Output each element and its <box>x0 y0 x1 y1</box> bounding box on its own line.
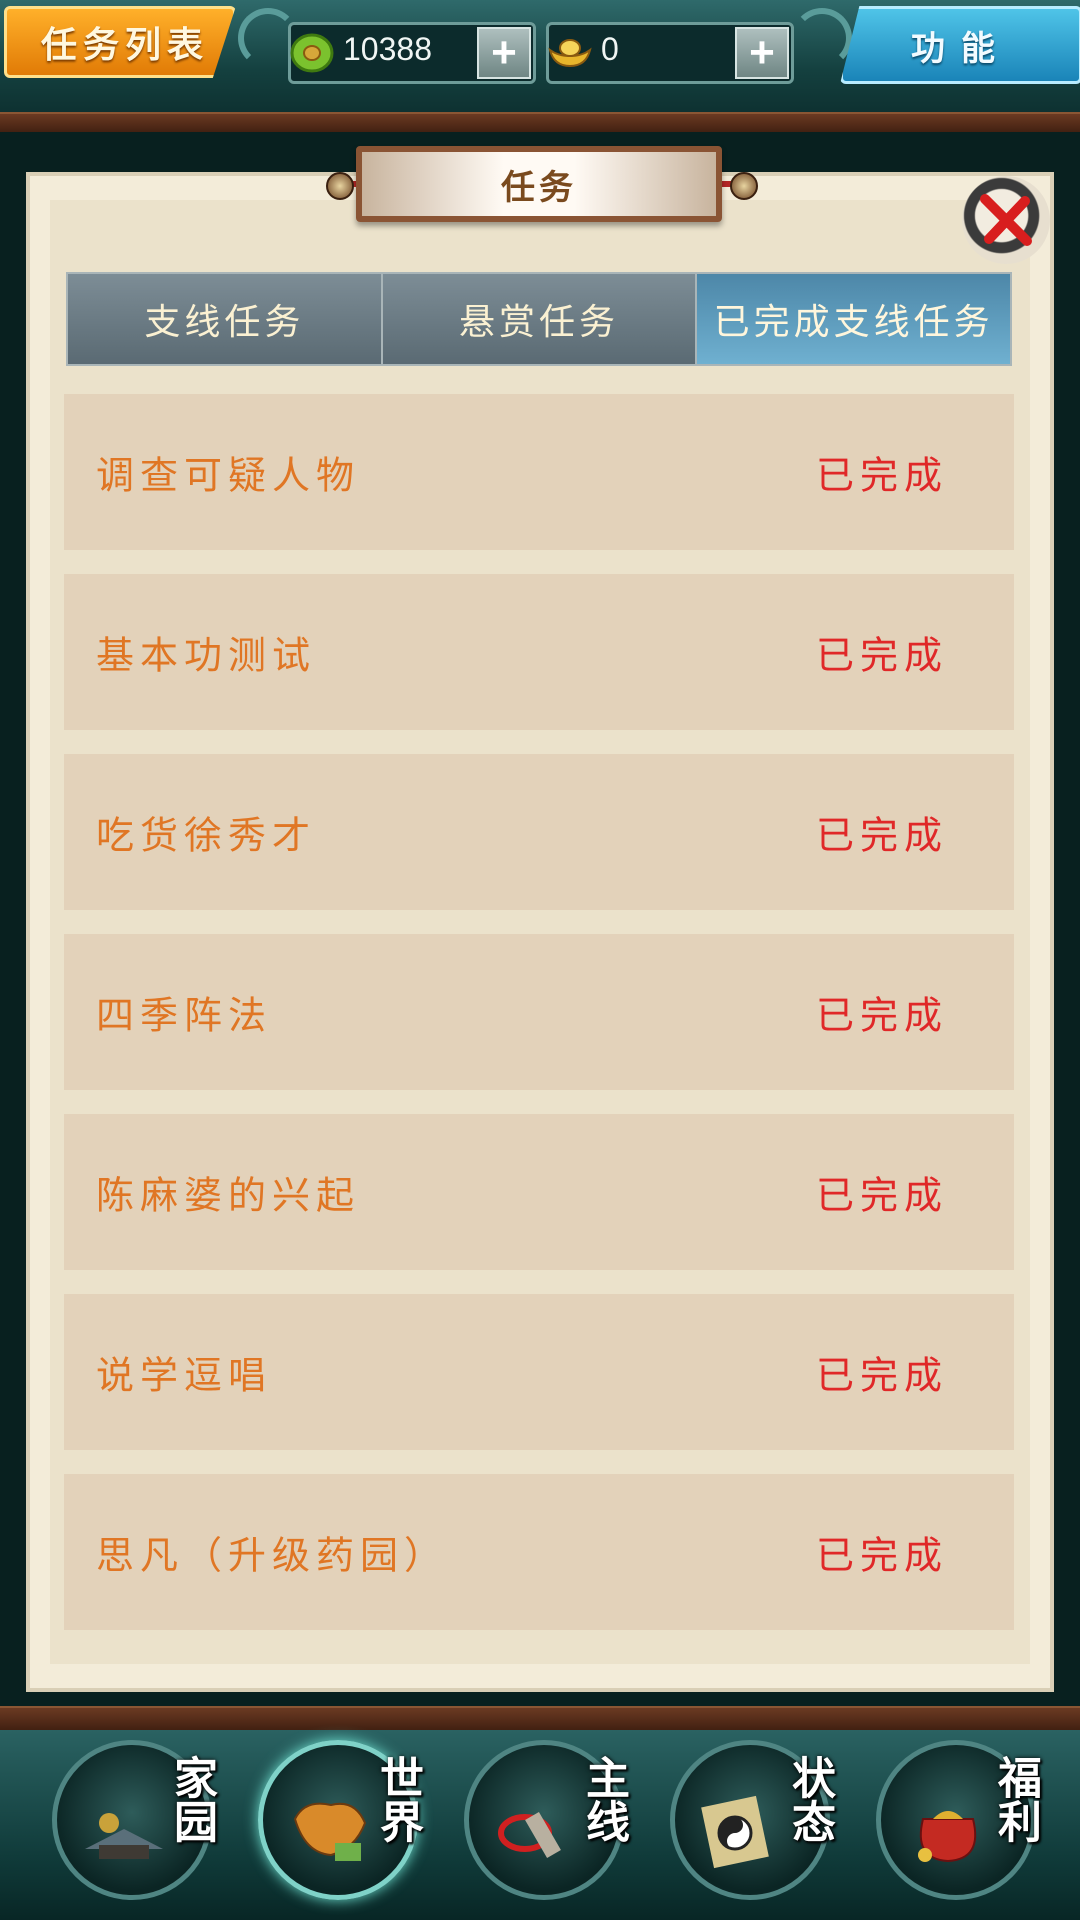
close-icon <box>980 194 1032 246</box>
task-status: 已完成 <box>815 1353 948 1398</box>
tab-completed-side-quests[interactable]: 已完成支线任务 <box>697 274 1011 364</box>
tab-side-quests[interactable]: 支线任务 <box>68 274 383 364</box>
main-quest-icon <box>498 1811 561 1859</box>
home-garden-icon <box>85 1813 163 1859</box>
task-name: 调查可疑人物 <box>96 453 361 498</box>
task-name: 基本功测试 <box>96 633 317 678</box>
task-tabs: 支线任务 悬赏任务 已完成支线任务 <box>66 272 1012 366</box>
task-status: 已完成 <box>815 633 948 678</box>
scroll-knob-right <box>730 172 758 200</box>
scroll-knob-left <box>326 172 354 200</box>
gold-ingot-icon <box>543 27 597 77</box>
task-name: 四季阵法 <box>96 993 273 1038</box>
nav-welfare-label: 福利 <box>990 1755 1041 1843</box>
nav-home-label: 家园 <box>166 1755 217 1843</box>
task-status: 已完成 <box>815 1533 948 1578</box>
tab-bounty-quests[interactable]: 悬赏任务 <box>382 274 698 364</box>
jade-currency: 10388 + <box>288 22 536 84</box>
status-bagua-icon <box>701 1795 769 1869</box>
panel-title: 任务 <box>356 146 722 222</box>
nav-world-label: 世界 <box>372 1755 423 1843</box>
nav-home[interactable]: 家园 <box>52 1740 217 1900</box>
world-map-icon <box>293 1802 367 1861</box>
jade-value: 10388 <box>343 31 432 67</box>
task-row[interactable]: 吃货徐秀才 已完成 <box>64 754 1014 910</box>
task-row[interactable]: 调查可疑人物 已完成 <box>64 394 1014 550</box>
nav-status[interactable]: 状态 <box>670 1740 835 1900</box>
gold-value: 0 <box>601 31 619 67</box>
task-row[interactable]: 基本功测试 已完成 <box>64 574 1014 730</box>
add-jade-button[interactable]: + <box>477 27 531 79</box>
task-list-button[interactable]: 任务列表 <box>4 6 236 78</box>
close-button[interactable] <box>962 176 1050 264</box>
task-status: 已完成 <box>815 1173 948 1218</box>
task-name: 思凡（升级药园） <box>96 1533 449 1578</box>
task-row[interactable]: 四季阵法 已完成 <box>64 934 1014 1090</box>
task-status: 已完成 <box>815 813 948 858</box>
nav-world[interactable]: 世界 <box>258 1740 423 1900</box>
nav-main-quest[interactable]: 主线 <box>464 1740 629 1900</box>
nav-main-quest-label: 主线 <box>578 1755 629 1843</box>
task-row[interactable]: 陈麻婆的兴起 已完成 <box>64 1114 1014 1270</box>
jade-coin-icon <box>285 27 339 77</box>
task-status: 已完成 <box>815 453 948 498</box>
welfare-bag-icon <box>918 1811 977 1863</box>
task-row[interactable]: 说学逗唱 已完成 <box>64 1294 1014 1450</box>
gold-currency: 0 + <box>546 22 794 84</box>
function-button[interactable]: 功能 <box>840 6 1080 84</box>
nav-status-label: 状态 <box>784 1755 835 1843</box>
add-gold-button[interactable]: + <box>735 27 789 79</box>
task-name: 吃货徐秀才 <box>96 813 317 858</box>
nav-welfare[interactable]: 福利 <box>876 1740 1041 1900</box>
task-list: 调查可疑人物 已完成 基本功测试 已完成 吃货徐秀才 已完成 四季阵法 已完成 … <box>64 394 1014 1654</box>
cloud-ornament-right <box>792 8 852 68</box>
bottom-trim <box>0 1706 1080 1732</box>
task-row[interactable]: 思凡（升级药园） 已完成 <box>64 1474 1014 1630</box>
top-bar: 任务列表 10388 + 0 + 功能 <box>0 0 1080 122</box>
task-status: 已完成 <box>815 993 948 1038</box>
task-name: 陈麻婆的兴起 <box>96 1173 361 1218</box>
task-name: 说学逗唱 <box>96 1353 273 1398</box>
